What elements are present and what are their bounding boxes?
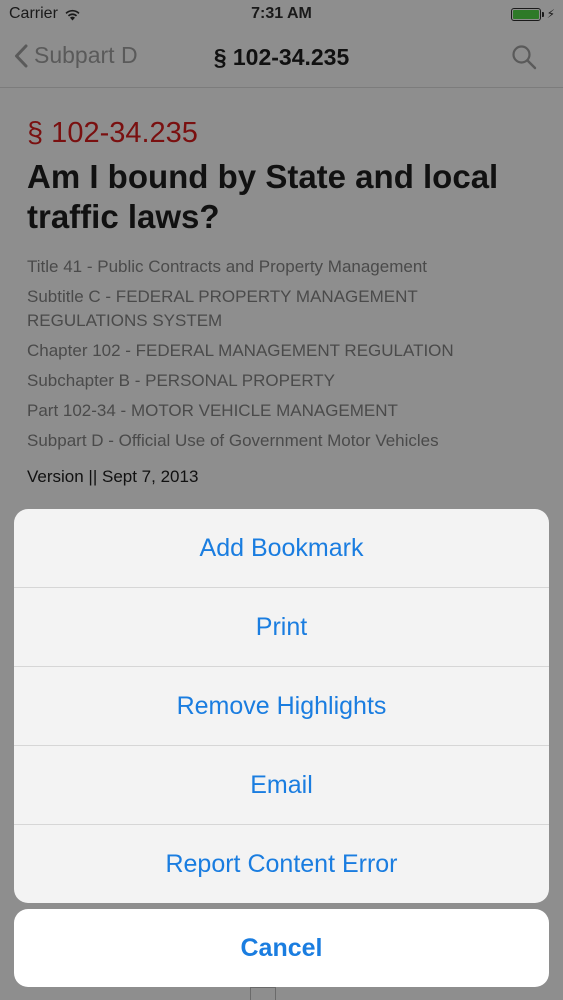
navigation-bar: Subpart D § 102-34.235 [0, 30, 563, 88]
toolbar-icon-peek [250, 987, 276, 1000]
nav-title: § 102-34.235 [213, 44, 350, 70]
regulation-content: § 102-34.235 Am I bound by State and loc… [27, 115, 542, 487]
battery-fill [512, 9, 539, 19]
report-content-error-button[interactable]: Report Content Error [14, 824, 549, 903]
section-title: Am I bound by State and local traffic la… [27, 158, 499, 235]
cancel-button[interactable]: Cancel [14, 909, 549, 987]
section-number: § 102-34.235 [27, 117, 198, 149]
version-label: Version || Sept 7, 2013 [27, 467, 199, 486]
hierarchy-item-subpart: Subpart D - Official Use of Government M… [27, 431, 439, 450]
hierarchy-item-chapter: Chapter 102 - FEDERAL MANAGEMENT REGULAT… [27, 341, 454, 360]
add-bookmark-button[interactable]: Add Bookmark [14, 509, 549, 587]
search-icon[interactable] [511, 44, 537, 70]
hierarchy-item-title: Title 41 - Public Contracts and Property… [27, 257, 428, 276]
hierarchy-item-subtitle: Subtitle C - FEDERAL PROPERTY MANAGEMENT… [27, 287, 418, 330]
action-sheet: Add Bookmark Print Remove Highlights Ema… [14, 509, 549, 903]
charging-bolt-icon: ⚡ [546, 7, 555, 21]
hierarchy-item-part: Part 102-34 - MOTOR VEHICLE MANAGEMENT [27, 401, 398, 420]
status-bar: Carrier 7:31 AM ⚡ [0, 0, 563, 30]
battery-icon: ⚡ [510, 7, 555, 21]
hierarchy-list: Title 41 - Public Contracts and Property… [27, 255, 542, 453]
print-button[interactable]: Print [14, 587, 549, 666]
hierarchy-item-subchapter: Subchapter B - PERSONAL PROPERTY [27, 371, 336, 390]
status-time: 7:31 AM [251, 5, 312, 22]
remove-highlights-button[interactable]: Remove Highlights [14, 666, 549, 745]
email-button[interactable]: Email [14, 745, 549, 824]
